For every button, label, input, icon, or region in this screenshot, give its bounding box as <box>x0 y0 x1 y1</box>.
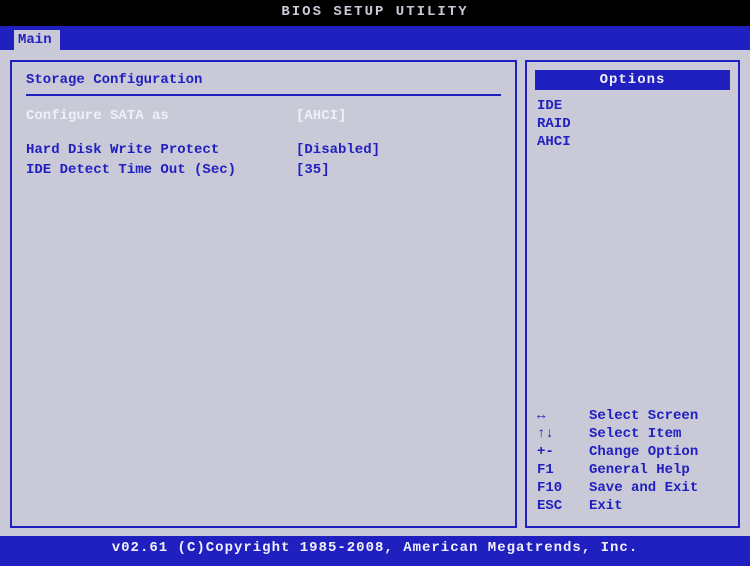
setting-label: Hard Disk Write Protect <box>26 142 296 158</box>
divider <box>26 94 501 96</box>
setting-value: [35] <box>296 162 501 178</box>
key-icon: F1 <box>537 462 589 478</box>
key-icon: +- <box>537 444 589 460</box>
settings-pane: Storage Configuration Configure SATA as … <box>10 60 517 528</box>
option-raid[interactable]: RAID <box>537 116 728 132</box>
help-text: Select Screen <box>589 408 698 424</box>
key-icon: ↑↓ <box>537 426 589 442</box>
setting-write-protect[interactable]: Hard Disk Write Protect [Disabled] <box>26 142 501 158</box>
help-text: Save and Exit <box>589 480 698 496</box>
tab-main[interactable]: Main <box>14 30 60 50</box>
help-change-option: +- Change Option <box>537 444 728 460</box>
setting-configure-sata[interactable]: Configure SATA as [AHCI] <box>26 108 501 124</box>
help-exit: ESC Exit <box>537 498 728 514</box>
options-list: IDE RAID AHCI <box>537 98 728 152</box>
key-icon: ESC <box>537 498 589 514</box>
setting-label: IDE Detect Time Out (Sec) <box>26 162 296 178</box>
key-icon: ↔ <box>537 408 589 424</box>
option-ahci[interactable]: AHCI <box>537 134 728 150</box>
setting-value: [Disabled] <box>296 142 501 158</box>
help-general-help: F1 General Help <box>537 462 728 478</box>
setting-value: [AHCI] <box>296 108 501 124</box>
menu-bar: Main <box>0 26 750 50</box>
key-icon: F10 <box>537 480 589 496</box>
help-text: General Help <box>589 462 690 478</box>
setting-label: Configure SATA as <box>26 108 296 124</box>
section-title: Storage Configuration <box>26 72 501 88</box>
help-text: Exit <box>589 498 623 514</box>
help-text: Change Option <box>589 444 698 460</box>
main-area: Storage Configuration Configure SATA as … <box>0 50 750 536</box>
bios-title: BIOS SETUP UTILITY <box>0 0 750 26</box>
help-select-item: ↑↓ Select Item <box>537 426 728 442</box>
options-pane: Options IDE RAID AHCI ↔ Select Screen ↑↓… <box>525 60 740 528</box>
footer-copyright: v02.61 (C)Copyright 1985-2008, American … <box>0 536 750 566</box>
help-save-exit: F10 Save and Exit <box>537 480 728 496</box>
help-text: Select Item <box>589 426 681 442</box>
options-header: Options <box>535 70 730 90</box>
setting-ide-timeout[interactable]: IDE Detect Time Out (Sec) [35] <box>26 162 501 178</box>
help-keys: ↔ Select Screen ↑↓ Select Item +- Change… <box>537 408 728 516</box>
option-ide[interactable]: IDE <box>537 98 728 114</box>
help-select-screen: ↔ Select Screen <box>537 408 728 424</box>
